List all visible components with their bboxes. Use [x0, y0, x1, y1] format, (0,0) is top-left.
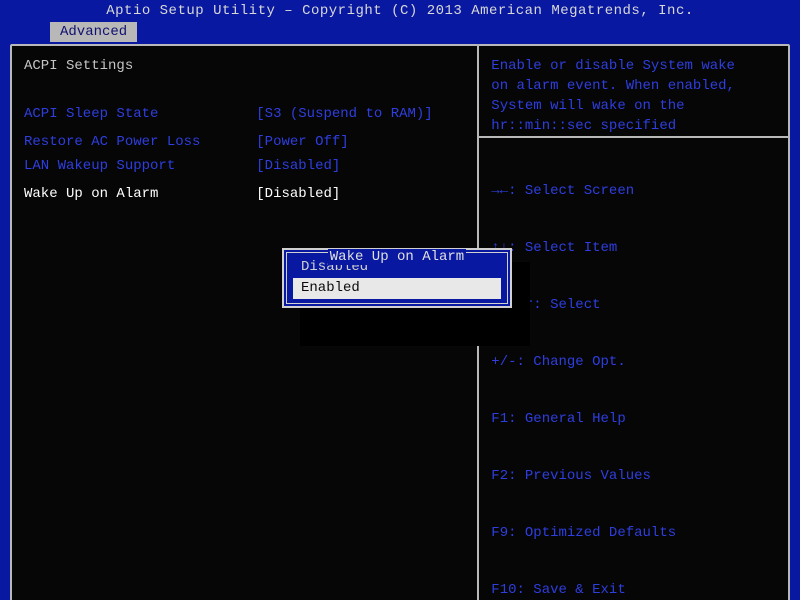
legend-change-opt: +/-: Change Opt.	[491, 353, 776, 372]
key-legend: →←: Select Screen ↑↓: Select Item Enter:…	[491, 144, 776, 600]
help-divider	[479, 136, 788, 138]
bios-screen: Aptio Setup Utility – Copyright (C) 2013…	[0, 0, 800, 600]
popup-title: Wake Up on Alarm	[284, 249, 510, 265]
legend-enter: Enter: Select	[491, 296, 776, 315]
tab-advanced[interactable]: Advanced	[50, 22, 137, 42]
title-bar: Aptio Setup Utility – Copyright (C) 2013…	[0, 0, 800, 22]
legend-f1: F1: General Help	[491, 410, 776, 429]
setting-lan-wakeup-support[interactable]: LAN Wakeup Support [Disabled]	[24, 156, 465, 176]
legend-f10: F10: Save & Exit	[491, 581, 776, 600]
setting-acpi-sleep-state[interactable]: ACPI Sleep State [S3 (Suspend to RAM)]	[24, 104, 465, 124]
popup-option-enabled[interactable]: Enabled	[293, 278, 501, 299]
legend-select-item: ↑↓: Select Item	[491, 239, 776, 258]
setting-restore-ac-power-loss[interactable]: Restore AC Power Loss [Power Off]	[24, 132, 465, 152]
legend-select-screen: →←: Select Screen	[491, 182, 776, 201]
legend-f2: F2: Previous Values	[491, 467, 776, 486]
section-heading: ACPI Settings	[24, 56, 465, 76]
tab-row: Advanced	[0, 22, 800, 42]
option-popup: Wake Up on Alarm Disabled Enabled	[282, 248, 512, 308]
legend-f9: F9: Optimized Defaults	[491, 524, 776, 543]
spacer	[24, 80, 465, 100]
setting-wake-up-on-alarm[interactable]: Wake Up on Alarm [Disabled]	[24, 184, 465, 204]
help-text: Enable or disable System wake on alarm e…	[491, 56, 776, 136]
